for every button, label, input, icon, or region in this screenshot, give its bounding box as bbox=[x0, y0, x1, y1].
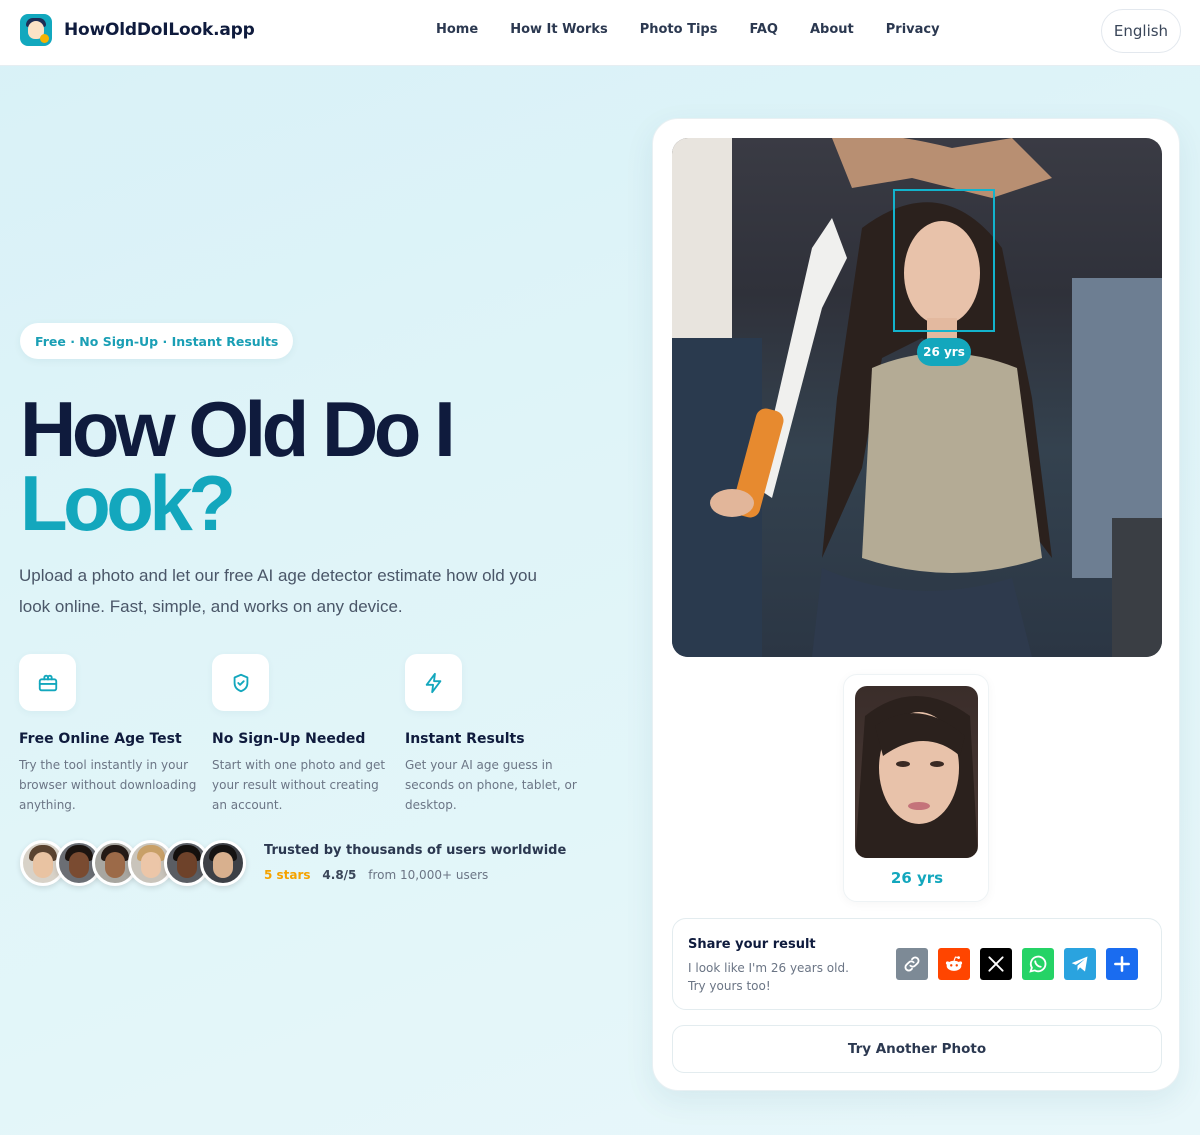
result-card: 26 yrs 26 yrs Share your result I look l… bbox=[652, 118, 1180, 1091]
age-tag: 26 yrs bbox=[917, 338, 971, 366]
nav-how-it-works[interactable]: How It Works bbox=[510, 22, 608, 37]
whatsapp-icon bbox=[1029, 955, 1047, 973]
feature-text: Try the tool instantly in your browser w… bbox=[19, 758, 197, 812]
main-nav: Home How It Works Photo Tips FAQ About P… bbox=[436, 22, 972, 37]
hero-description: Upload a photo and let our free AI age d… bbox=[19, 566, 537, 616]
feature-title: Free Online Age Test bbox=[19, 731, 182, 747]
face-detection-box bbox=[893, 189, 995, 332]
gift-icon bbox=[19, 654, 76, 711]
rating-value: 4.8/5 bbox=[322, 868, 357, 882]
whatsapp-share-button[interactable] bbox=[1022, 948, 1054, 980]
logo-icon bbox=[20, 14, 52, 46]
feature-title: No Sign-Up Needed bbox=[212, 731, 366, 747]
share-panel: Share your result I look like I'm 26 yea… bbox=[672, 918, 1162, 1010]
stars-label: 5 stars bbox=[264, 868, 311, 882]
feature-no-signup: No Sign-Up Needed Start with one photo a… bbox=[212, 654, 392, 815]
link-icon bbox=[904, 956, 920, 972]
feature-text: Start with one photo and get your result… bbox=[212, 758, 386, 812]
feature-text: Get your AI age guess in seconds on phon… bbox=[405, 758, 577, 812]
hero-badge: Free · No Sign-Up · Instant Results bbox=[20, 323, 294, 359]
avatar bbox=[200, 840, 246, 886]
trust-headline: Trusted by thousands of users worldwide bbox=[264, 843, 567, 858]
telegram-icon bbox=[1071, 956, 1088, 972]
share-text: I look like I'm 26 years old. Try yours … bbox=[688, 961, 849, 993]
brand-name: HowOldDoILook.app bbox=[64, 20, 255, 40]
nav-privacy[interactable]: Privacy bbox=[886, 22, 940, 37]
thumbnail-age: 26 yrs bbox=[890, 869, 944, 887]
trust-rating: 5 stars 4.8/5 from 10,000+ users bbox=[264, 868, 566, 882]
nav-photo-tips[interactable]: Photo Tips bbox=[640, 22, 718, 37]
x-share-button[interactable] bbox=[980, 948, 1012, 980]
nav-home[interactable]: Home bbox=[436, 22, 478, 37]
plus-icon bbox=[1114, 956, 1130, 972]
try-another-photo-button[interactable]: Try Another Photo bbox=[672, 1025, 1162, 1073]
feature-free: Free Online Age Test Try the tool instan… bbox=[19, 654, 199, 815]
telegram-share-button[interactable] bbox=[1064, 948, 1096, 980]
reddit-share-button[interactable] bbox=[938, 948, 970, 980]
shield-check-icon bbox=[212, 654, 269, 711]
user-avatars bbox=[20, 840, 246, 886]
copy-link-button[interactable] bbox=[896, 948, 928, 980]
face-thumbnail-card: 26 yrs bbox=[843, 674, 989, 902]
language-selector[interactable]: English bbox=[1101, 9, 1181, 53]
feature-instant: Instant Results Get your AI age guess in… bbox=[405, 654, 585, 815]
title-line-2: Look? bbox=[20, 459, 236, 547]
lightning-icon bbox=[405, 654, 462, 711]
x-icon bbox=[988, 956, 1004, 972]
reddit-icon bbox=[945, 956, 963, 971]
trust-block: Trusted by thousands of users worldwide … bbox=[264, 843, 566, 882]
uploaded-photo: 26 yrs bbox=[672, 138, 1162, 657]
nav-about[interactable]: About bbox=[810, 22, 854, 37]
brand-logo[interactable]: HowOldDoILook.app bbox=[20, 14, 255, 46]
share-title: Share your result bbox=[688, 937, 816, 952]
nav-faq[interactable]: FAQ bbox=[749, 22, 778, 37]
feature-title: Instant Results bbox=[405, 731, 525, 747]
more-share-button[interactable] bbox=[1106, 948, 1138, 980]
site-header: HowOldDoILook.app Home How It Works Phot… bbox=[0, 0, 1200, 66]
face-thumbnail bbox=[855, 686, 978, 858]
page-title: How Old Do I Look? bbox=[20, 390, 456, 547]
user-count: from 10,000+ users bbox=[368, 868, 489, 882]
